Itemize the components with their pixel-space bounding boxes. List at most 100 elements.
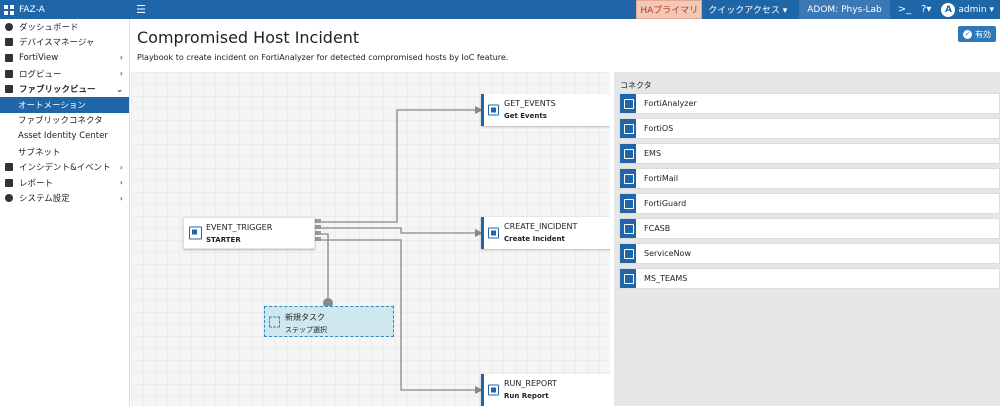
sidebar-item-incidents-events[interactable]: インシデント&イベント › bbox=[0, 159, 129, 175]
connector-ms-teams[interactable]: MS_TEAMS bbox=[619, 268, 1000, 289]
trigger-port bbox=[315, 219, 321, 223]
sidebar-item-fabric-connectors[interactable]: ファブリックコネクタ bbox=[0, 113, 129, 129]
page-description: Playbook to create incident on FortiAnal… bbox=[137, 53, 509, 62]
connector-fortiguard[interactable]: FortiGuard bbox=[619, 193, 1000, 214]
chevron-right-icon: › bbox=[119, 69, 123, 79]
task-placeholder-icon bbox=[269, 316, 280, 327]
brand[interactable]: FAZ-A bbox=[0, 4, 130, 15]
sidebar-item-subnets[interactable]: サブネット bbox=[0, 144, 129, 160]
chevron-right-icon: › bbox=[119, 178, 123, 188]
get-events-node[interactable]: GET_EVENTS Get Events bbox=[481, 94, 610, 126]
fcasb-icon bbox=[620, 219, 636, 238]
task-icon bbox=[488, 227, 499, 239]
create-incident-node[interactable]: CREATE_INCIDENT Create Incident bbox=[481, 217, 610, 249]
sidebar-item-asset-identity-center[interactable]: Asset Identity Center bbox=[0, 128, 129, 144]
log-view-icon bbox=[5, 69, 13, 78]
sidebar-item-reports[interactable]: レポート › bbox=[0, 175, 129, 191]
connectors-heading: コネクタ bbox=[620, 81, 652, 90]
connector-label: FCASB bbox=[644, 224, 671, 233]
connector-label: FortiGuard bbox=[644, 199, 687, 208]
node-subtitle: ステップ選択 bbox=[285, 326, 327, 334]
chevron-right-icon: › bbox=[119, 193, 123, 203]
username: admin ▾ bbox=[958, 4, 994, 15]
task-icon bbox=[488, 104, 499, 116]
connector-label: MS_TEAMS bbox=[644, 274, 688, 283]
trigger-port bbox=[315, 237, 321, 241]
page-title: Compromised Host Incident bbox=[137, 28, 360, 47]
fortiview-icon bbox=[5, 53, 13, 62]
sidebar-item-device-manager[interactable]: デバイスマネージャ bbox=[0, 35, 129, 51]
mail-icon bbox=[620, 169, 636, 188]
wire-to-get-events bbox=[321, 109, 481, 223]
connector-label: FortiMail bbox=[644, 174, 679, 183]
connector-fortimail[interactable]: FortiMail bbox=[619, 168, 1000, 189]
sidebar-item-label: ファブリックコネクタ bbox=[18, 116, 103, 127]
sidebar-item-label: インシデント&イベント bbox=[19, 163, 111, 174]
chevron-right-icon: › bbox=[119, 162, 123, 172]
sidebar-item-label: Asset Identity Center bbox=[18, 130, 108, 141]
connector-fortianalyzer[interactable]: FortiAnalyzer bbox=[619, 93, 1000, 114]
connector-label: EMS bbox=[644, 149, 662, 158]
node-title: EVENT_TRIGGER bbox=[206, 223, 273, 232]
node-title: CREATE_INCIDENT bbox=[504, 222, 578, 231]
enable-label: 有効 bbox=[975, 29, 991, 39]
hamburger-menu-icon[interactable]: ☰ bbox=[134, 0, 148, 19]
top-right-controls: HAプライマリ クイックアクセス ▾ ADOM: Phys-Lab >_ ?▾ … bbox=[636, 0, 1000, 19]
ms-teams-icon bbox=[620, 269, 636, 288]
connector-servicenow[interactable]: ServiceNow bbox=[619, 243, 1000, 264]
event-trigger-node[interactable]: EVENT_TRIGGER STARTER bbox=[183, 217, 315, 249]
connector-label: ServiceNow bbox=[644, 249, 691, 258]
connector-fortios[interactable]: FortiOS bbox=[619, 118, 1000, 139]
connector-label: FortiOS bbox=[644, 124, 674, 133]
terminal-icon[interactable]: >_ bbox=[898, 4, 911, 15]
chevron-down-icon: ⌄ bbox=[116, 84, 123, 94]
trigger-port bbox=[315, 231, 321, 235]
adom-selector[interactable]: ADOM: Phys-Lab bbox=[799, 0, 890, 19]
sidebar-item-automation[interactable]: オートメーション bbox=[0, 96, 129, 113]
connector-label: FortiAnalyzer bbox=[644, 99, 697, 108]
sidebar-item-label: ダッシュボード bbox=[19, 22, 79, 33]
main-content: Compromised Host Incident Playbook to cr… bbox=[131, 19, 1000, 406]
sidebar-item-dashboard[interactable]: ダッシュボード bbox=[0, 19, 129, 35]
fortianalyzer-icon bbox=[620, 94, 636, 113]
sidebar-item-log-view[interactable]: ログビュー › bbox=[0, 66, 129, 82]
sidebar-item-fortiview[interactable]: FortiView › bbox=[0, 50, 129, 66]
top-bar: FAZ-A ☰ HAプライマリ クイックアクセス ▾ ADOM: Phys-La… bbox=[0, 0, 1000, 19]
node-subtitle: Run Report bbox=[504, 392, 549, 400]
ha-status-badge: HAプライマリ bbox=[636, 0, 703, 19]
sidebar-item-label: システム設定 bbox=[19, 194, 70, 205]
playbook-canvas[interactable]: EVENT_TRIGGER STARTER GET_EVENTS Get Eve… bbox=[131, 72, 610, 406]
task-icon bbox=[488, 384, 499, 396]
sidebar-item-label: ログビュー bbox=[19, 69, 62, 80]
app-name: FAZ-A bbox=[19, 4, 45, 15]
incidents-icon bbox=[5, 163, 13, 172]
trigger-port bbox=[315, 225, 321, 229]
wire-to-create-incident bbox=[321, 227, 481, 234]
enable-toggle-button[interactable]: ✓ 有効 bbox=[958, 26, 996, 42]
user-menu[interactable]: A admin ▾ bbox=[941, 2, 994, 17]
sidebar-item-label: サブネット bbox=[18, 147, 61, 158]
dashboard-icon bbox=[5, 22, 13, 31]
device-icon bbox=[5, 38, 13, 47]
node-title: GET_EVENTS bbox=[504, 99, 556, 108]
sidebar-item-label: FortiView bbox=[19, 52, 59, 63]
sidebar-item-fabric-view[interactable]: ファブリックビュー ⌄ bbox=[0, 81, 129, 97]
help-icon[interactable]: ?▾ bbox=[921, 4, 931, 15]
run-report-node[interactable]: RUN_REPORT Run Report bbox=[481, 374, 610, 406]
fortiguard-shield-icon bbox=[620, 194, 636, 213]
node-subtitle: STARTER bbox=[206, 236, 241, 244]
reports-icon bbox=[5, 178, 13, 187]
new-task-node[interactable]: 新規タスク ステップ選択 bbox=[264, 306, 394, 337]
sidebar-item-label: レポート bbox=[19, 178, 54, 189]
chevron-right-icon: › bbox=[119, 53, 123, 63]
sign-in-icon bbox=[189, 226, 202, 240]
fortinet-logo-icon bbox=[4, 4, 14, 15]
fortios-icon bbox=[620, 119, 636, 138]
quick-access-menu[interactable]: クイックアクセス ▾ bbox=[708, 3, 787, 16]
sidebar-item-label: ファブリックビュー bbox=[19, 85, 96, 96]
connector-fcasb[interactable]: FCASB bbox=[619, 218, 1000, 239]
sidebar-item-system-settings[interactable]: システム設定 › bbox=[0, 191, 129, 207]
connector-ems[interactable]: EMS bbox=[619, 143, 1000, 164]
fabric-icon bbox=[5, 85, 13, 94]
ems-shield-icon bbox=[620, 144, 636, 163]
